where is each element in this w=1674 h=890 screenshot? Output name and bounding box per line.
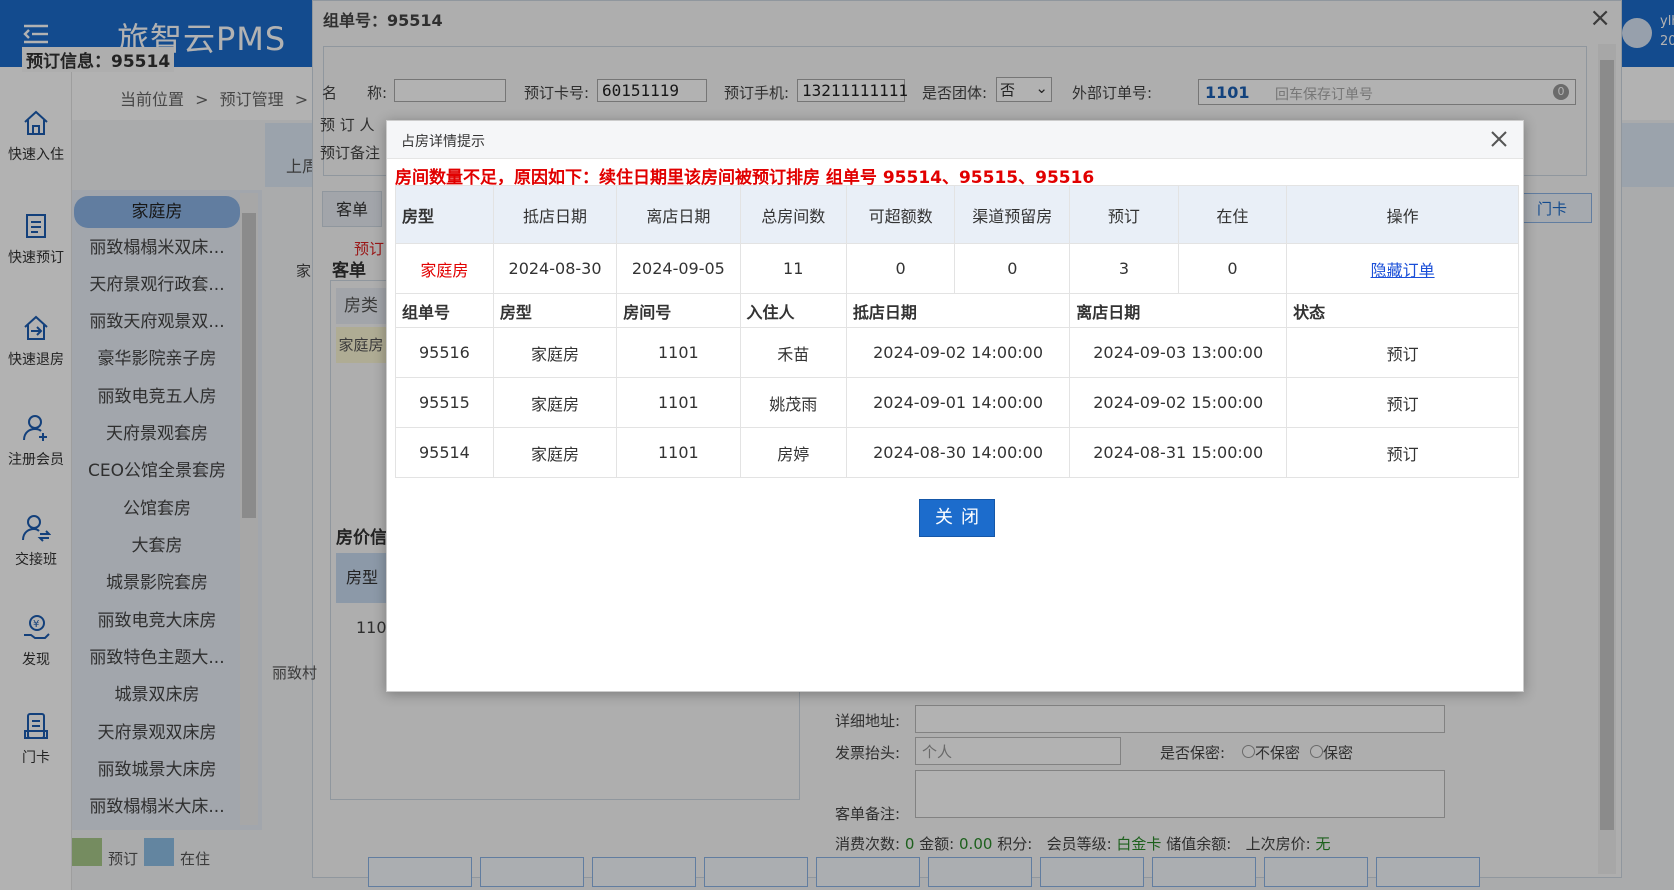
cell-type: 家庭房 [492, 427, 618, 478]
column-header: 操作 [1286, 185, 1519, 244]
summary-arrival: 2024-08-30 [492, 243, 618, 294]
column-header: 渠道预留房 [954, 185, 1071, 244]
column-header: 总房间数 [739, 185, 847, 244]
cell-room: 1101 [616, 427, 741, 478]
cell-arrival: 2024-08-30 14:00:00 [845, 427, 1071, 478]
summary-room-type: 家庭房 [395, 243, 494, 294]
summary-departure: 2024-09-05 [616, 243, 741, 294]
dialog-title: 占房详情提示 [401, 134, 485, 150]
occupancy-detail-dialog: 占房详情提示 房间数量不足，原因如下：续住日期里该房间被预订排房 组单号 955… [386, 120, 1524, 692]
occupancy-table: 房型 抵店日期 离店日期 总房间数 可超额数 渠道预留房 预订 在住 操作 家庭… [395, 185, 1519, 478]
cell-guest: 禾苗 [739, 327, 847, 378]
column-header: 预订 [1069, 185, 1179, 244]
summary-reserved: 0 [954, 243, 1071, 294]
column-header: 在住 [1177, 185, 1288, 244]
summary-in-house: 0 [1177, 243, 1288, 294]
cell-departure: 2024-09-02 15:00:00 [1069, 377, 1288, 428]
cell-room: 1101 [616, 327, 741, 378]
cell-status: 预订 [1286, 377, 1519, 428]
cell-group: 95514 [395, 427, 494, 478]
column-header: 离店日期 [616, 185, 741, 244]
close-button[interactable]: 关闭 [919, 499, 995, 537]
detail-header-row: 组单号 房型 房间号 入住人 抵店日期 离店日期 状态 [395, 293, 1519, 328]
detail-column-header: 离店日期 [1069, 293, 1288, 328]
column-header: 抵店日期 [492, 185, 618, 244]
close-button[interactable] [1485, 125, 1513, 153]
table-row[interactable]: 95515 家庭房 1101 姚茂雨 2024-09-01 14:00:00 2… [395, 377, 1519, 428]
cell-group: 95516 [395, 327, 494, 378]
hide-order-link[interactable]: 隐藏订单 [1371, 261, 1435, 280]
detail-column-header: 抵店日期 [845, 293, 1071, 328]
summary-booked: 3 [1069, 243, 1179, 294]
cell-status: 预订 [1286, 327, 1519, 378]
column-header: 房型 [395, 185, 494, 244]
table-row[interactable]: 95516 家庭房 1101 禾苗 2024-09-02 14:00:00 20… [395, 327, 1519, 378]
cell-guest: 姚茂雨 [739, 377, 847, 428]
detail-column-header: 入住人 [739, 293, 847, 328]
cell-type: 家庭房 [492, 377, 618, 428]
close-icon [1491, 131, 1507, 147]
detail-column-header: 组单号 [395, 293, 494, 328]
detail-column-header: 房间号 [616, 293, 741, 328]
summary-action-cell: 隐藏订单 [1286, 243, 1519, 294]
cell-arrival: 2024-09-01 14:00:00 [845, 377, 1071, 428]
cell-status: 预订 [1286, 427, 1519, 478]
table-row[interactable]: 95514 家庭房 1101 房婷 2024-08-30 14:00:00 20… [395, 427, 1519, 478]
cell-departure: 2024-08-31 15:00:00 [1069, 427, 1288, 478]
detail-column-header: 房型 [492, 293, 618, 328]
summary-header-row: 房型 抵店日期 离店日期 总房间数 可超额数 渠道预留房 预订 在住 操作 [395, 185, 1519, 244]
summary-row: 家庭房 2024-08-30 2024-09-05 11 0 0 3 0 隐藏订… [395, 243, 1519, 294]
cell-group: 95515 [395, 377, 494, 428]
cell-departure: 2024-09-03 13:00:00 [1069, 327, 1288, 378]
cell-arrival: 2024-09-02 14:00:00 [845, 327, 1071, 378]
detail-column-header: 状态 [1286, 293, 1519, 328]
cell-guest: 房婷 [739, 427, 847, 478]
column-header: 可超额数 [845, 185, 956, 244]
summary-total: 11 [739, 243, 847, 294]
summary-over: 0 [845, 243, 956, 294]
cell-room: 1101 [616, 377, 741, 428]
dialog-header: 占房详情提示 [387, 121, 1523, 159]
cell-type: 家庭房 [492, 327, 618, 378]
